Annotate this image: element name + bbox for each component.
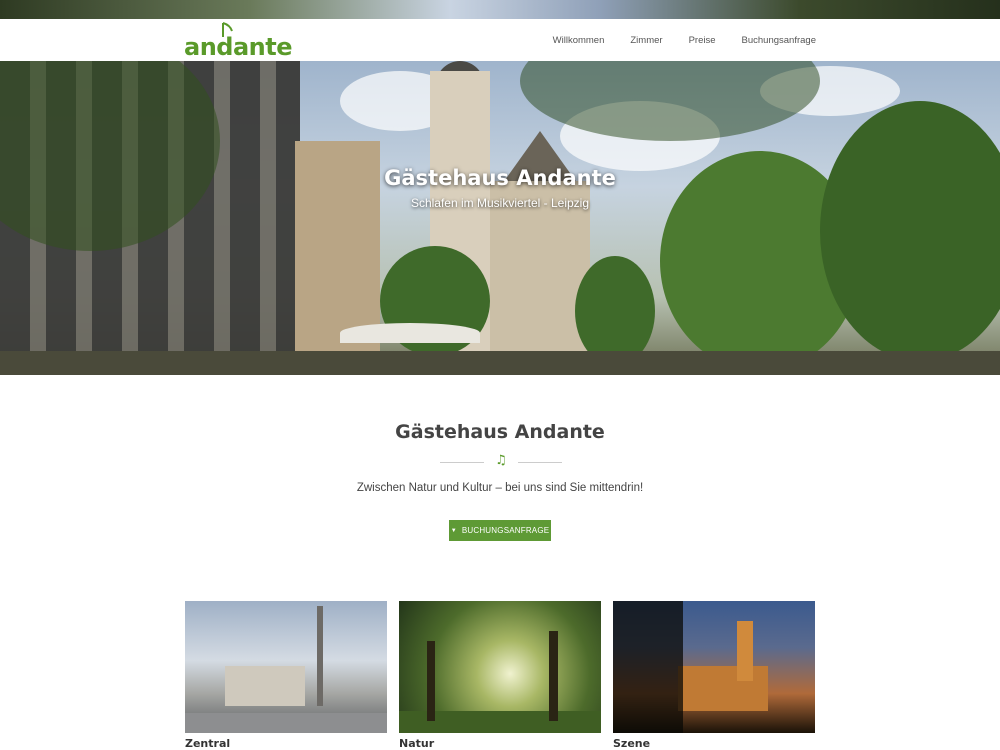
hero-umbrella xyxy=(340,323,480,343)
hero-top-strip xyxy=(0,0,1000,19)
nav-preise[interactable]: Preise xyxy=(689,35,716,46)
plaza-ground xyxy=(185,713,387,733)
divider-line xyxy=(518,462,562,463)
town-hall-tower xyxy=(737,621,753,681)
card-image-natur xyxy=(399,601,601,733)
card-image-zentral xyxy=(185,601,387,733)
feature-card-szene[interactable]: Szene xyxy=(613,601,815,750)
hero-tree xyxy=(820,101,1000,361)
music-note-icon: ♫ xyxy=(495,453,507,468)
divider-line xyxy=(440,462,484,463)
nav-buchungsanfrage[interactable]: Buchungsanfrage xyxy=(742,35,816,46)
booking-request-button[interactable]: ▼ BUCHUNGSANFRAGE xyxy=(449,520,551,541)
hero-banner: Gästehaus Andante Schlafen im Musikviert… xyxy=(0,61,1000,375)
logo-text: andante xyxy=(184,33,293,61)
main-nav: Willkommen Zimmer Preise Buchungsanfrage xyxy=(553,19,816,61)
chevron-down-icon: ▼ xyxy=(450,527,457,534)
site-logo[interactable]: andante xyxy=(184,19,293,61)
feature-card-natur[interactable]: Natur xyxy=(399,601,601,750)
card-image-szene xyxy=(613,601,815,733)
card-label-natur: Natur xyxy=(399,737,435,750)
site-header: andante Willkommen Zimmer Preise Buchung… xyxy=(0,19,1000,61)
hero-ground xyxy=(0,351,1000,375)
nav-zimmer[interactable]: Zimmer xyxy=(630,35,662,46)
monument-column xyxy=(317,606,323,706)
nav-willkommen[interactable]: Willkommen xyxy=(553,35,605,46)
hero-title: Gästehaus Andante xyxy=(384,166,616,190)
hero-tree xyxy=(575,256,655,366)
tagline: Zwischen Natur und Kultur – bei uns sind… xyxy=(356,482,644,494)
title-divider: ♫ xyxy=(440,453,562,468)
tree-silhouette xyxy=(613,601,683,733)
card-label-zentral: Zentral xyxy=(185,737,231,750)
feature-card-zentral[interactable]: Zentral xyxy=(185,601,387,750)
tree-trunk xyxy=(549,631,558,721)
page-title: Gästehaus Andante xyxy=(395,421,605,443)
tree-trunk xyxy=(427,641,435,721)
town-hall xyxy=(678,666,768,711)
card-label-szene: Szene xyxy=(613,737,651,750)
opera-building xyxy=(225,666,305,706)
booking-request-label: BUCHUNGSANFRAGE xyxy=(461,526,550,535)
hero-subtitle: Schlafen im Musikviertel - Leipzig xyxy=(410,196,590,210)
